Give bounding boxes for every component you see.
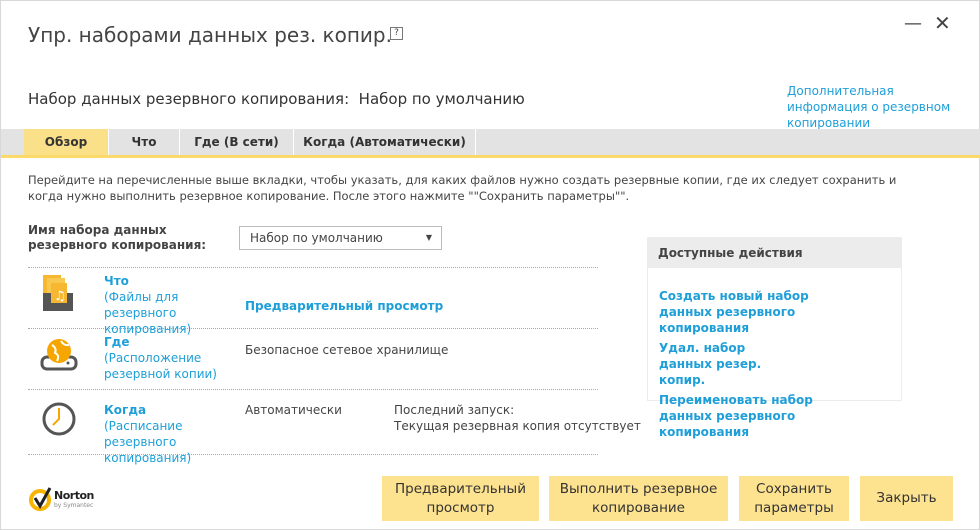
delete-set-link[interactable]: Удал. набор данных резер. копир. xyxy=(648,340,798,388)
tab-overview[interactable]: Обзор xyxy=(24,129,109,155)
intro-text: Перейдите на перечисленные выше вкладки,… xyxy=(28,173,897,203)
preview-link[interactable]: Предварительный просмотр xyxy=(245,298,443,314)
chevron-down-icon: ▼ xyxy=(425,233,432,242)
where-title: Где xyxy=(104,335,130,349)
available-actions-panel: Доступные действия Создать новый набор д… xyxy=(647,237,902,439)
what-link[interactable]: Что (Файлы для резервного копирования) xyxy=(104,273,244,337)
close-button[interactable]: Закрыть xyxy=(860,476,953,521)
save-settings-button[interactable]: Сохранить параметры xyxy=(739,476,849,521)
files-icon: ♫ xyxy=(43,275,73,311)
norton-logo: Norton by Symantec xyxy=(29,486,94,512)
window-title: Упр. наборами данных рез. копир. xyxy=(28,23,392,47)
norton-check-icon xyxy=(29,487,52,511)
tab-where[interactable]: Где (В сети) xyxy=(180,129,294,155)
rename-set-link[interactable]: Переименовать набор данных резервного ко… xyxy=(648,392,848,440)
set-name-select[interactable]: Набор по умолчанию ▼ xyxy=(239,226,442,250)
close-window-button[interactable]: ✕ xyxy=(934,11,951,35)
tab-when[interactable]: Когда (Автоматически) xyxy=(294,129,476,155)
divider xyxy=(28,267,598,268)
clock-icon xyxy=(42,402,76,436)
where-link[interactable]: Где (Расположение резервной копии) xyxy=(104,334,224,382)
create-set-link[interactable]: Создать новый набор данных резервного ко… xyxy=(648,288,848,336)
where-value: Безопасное сетевое хранилище xyxy=(245,343,449,357)
divider xyxy=(28,389,598,390)
run-backup-button[interactable]: Выполнить резервное копирование xyxy=(549,476,728,521)
svg-text:♫: ♫ xyxy=(54,289,66,304)
panel-title: Доступные действия xyxy=(648,238,901,268)
brand-name: Norton xyxy=(54,489,94,502)
when-link[interactable]: Когда (Расписание резервного копирования) xyxy=(104,402,244,466)
set-name-value: Набор по умолчанию xyxy=(250,231,383,245)
brand-sub: by Symantec xyxy=(54,502,94,509)
backup-set-subtitle: Набор данных резервного копирования: Наб… xyxy=(28,90,525,108)
minimize-button[interactable]: — xyxy=(904,13,922,34)
last-run-value: Текущая резервная копия отсутствует xyxy=(394,419,641,433)
set-name-label: Имя набора данных резервного копирования… xyxy=(28,223,207,252)
when-value: Автоматически xyxy=(245,403,342,417)
tab-what[interactable]: Что xyxy=(109,129,180,155)
more-info-link[interactable]: Дополнительная информация о резервном ко… xyxy=(787,83,967,131)
when-desc: (Расписание резервного копирования) xyxy=(104,419,192,465)
where-desc: (Расположение резервной копии) xyxy=(104,351,217,381)
preview-button[interactable]: Предварительный просмотр xyxy=(382,476,539,521)
network-storage-icon xyxy=(40,339,78,371)
what-desc: (Файлы для резервного копирования) xyxy=(104,290,192,336)
help-icon[interactable]: ? xyxy=(390,27,403,40)
what-title: Что xyxy=(104,274,129,288)
last-run-label: Последний запуск: xyxy=(394,403,515,417)
tab-bar: Обзор Что Где (В сети) Когда (Автоматиче… xyxy=(1,129,980,158)
when-title: Когда xyxy=(104,403,147,417)
